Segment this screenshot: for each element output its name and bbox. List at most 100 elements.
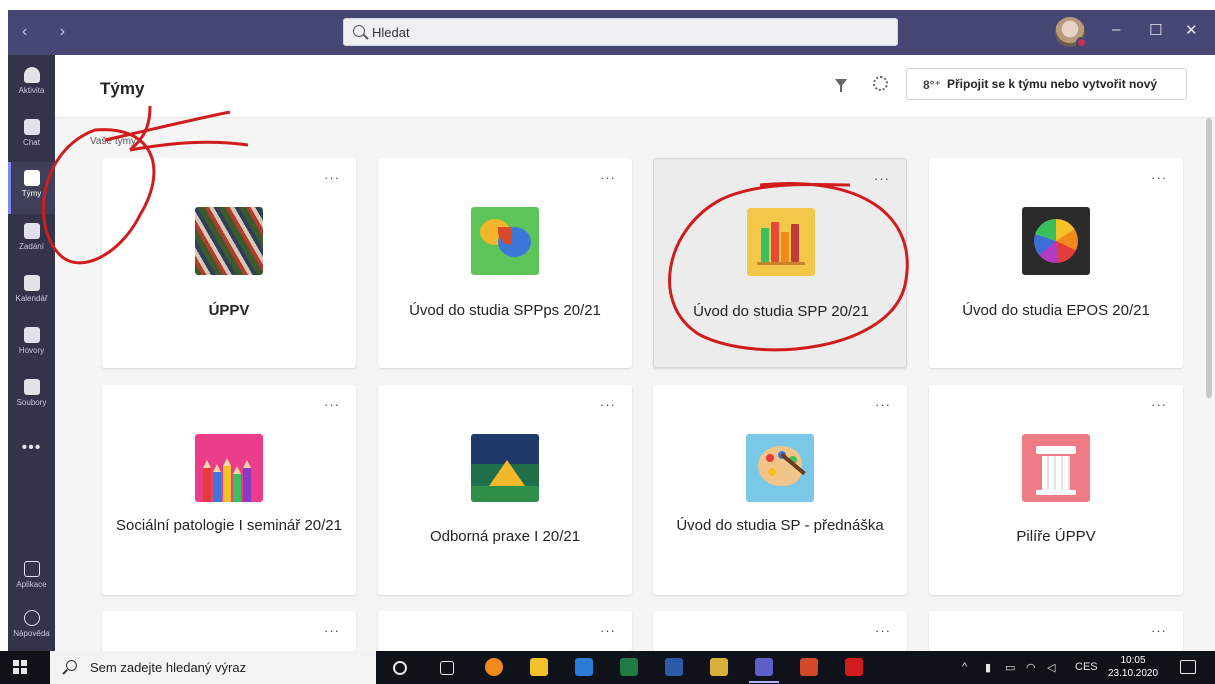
- filter-icon[interactable]: [835, 79, 847, 92]
- notifications-icon[interactable]: [1180, 660, 1196, 674]
- tray-arrow-icon[interactable]: ^: [962, 661, 967, 673]
- teams-header: Týmy 8°⁺ Připojit se k týmu nebo vytvoři…: [55, 55, 1215, 118]
- rail-item-soubory[interactable]: Soubory: [8, 371, 55, 423]
- rail-item-kalendar[interactable]: Kalendář: [8, 267, 55, 319]
- section-label: Vaše týmy: [90, 136, 136, 147]
- team-card[interactable]: ··· ÚPPV: [102, 158, 356, 368]
- firefox-icon[interactable]: [485, 658, 503, 676]
- search-input[interactable]: Hledat: [343, 18, 898, 46]
- taskbar-clock[interactable]: 10:05 23.10.2020: [1108, 654, 1158, 680]
- rail-item-tymy[interactable]: Týmy: [8, 162, 55, 214]
- team-name: Úvod do studia SPPps 20/21: [409, 302, 601, 319]
- pillar-tile-icon: [1022, 434, 1090, 502]
- team-card[interactable]: ···: [929, 611, 1183, 651]
- rail-label: Aplikace: [16, 580, 47, 589]
- excel-icon[interactable]: [620, 658, 638, 676]
- join-or-create-team-button[interactable]: 8°⁺ Připojit se k týmu nebo vytvořit nov…: [906, 68, 1187, 100]
- color-wheel-tile-icon: [1022, 207, 1090, 275]
- chat-icon: [23, 119, 40, 135]
- rail-item-aktivita[interactable]: Aktivita: [8, 59, 55, 111]
- teams-window: ‹ › Hledat – ☐ ✕ Aktivita Chat Týmy Zadá…: [0, 0, 1215, 684]
- rail-item-napoveda[interactable]: Nápověda: [8, 602, 55, 654]
- calendar-icon: [23, 275, 40, 291]
- team-card[interactable]: ···: [378, 611, 632, 651]
- teams-taskbar-icon[interactable]: [749, 658, 779, 683]
- maximize-button[interactable]: ☐: [1149, 21, 1162, 39]
- gnomes-tile-icon: [195, 207, 263, 275]
- apps-icon: [23, 561, 40, 577]
- more-options-icon[interactable]: ···: [875, 397, 891, 412]
- scrollbar[interactable]: [1206, 118, 1212, 398]
- more-options-icon[interactable]: ···: [875, 623, 891, 638]
- word-icon[interactable]: [665, 658, 683, 676]
- team-card[interactable]: ···: [102, 611, 356, 651]
- team-name: Úvod do studia EPOS 20/21: [962, 302, 1150, 319]
- team-card[interactable]: ··· Sociální patologie I seminář 20/21: [102, 385, 356, 595]
- team-name: Pilíře ÚPPV: [1016, 528, 1096, 545]
- team-card[interactable]: ··· Pilíře ÚPPV: [929, 385, 1183, 595]
- more-options-icon[interactable]: ···: [1151, 170, 1167, 185]
- rail-label: Zadání: [19, 242, 44, 251]
- more-options-icon[interactable]: ···: [874, 171, 890, 186]
- team-name: Úvod do studia SPP 20/21: [693, 303, 869, 320]
- rail-item-hovory[interactable]: Hovory: [8, 319, 55, 371]
- more-apps-button[interactable]: •••: [8, 439, 55, 457]
- team-card[interactable]: ··· Úvod do studia SPPps 20/21: [378, 158, 632, 368]
- team-card[interactable]: ··· Odborná praxe I 20/21: [378, 385, 632, 595]
- team-card[interactable]: ··· Úvod do studia SP - přednáška: [653, 385, 907, 595]
- minimize-button[interactable]: –: [1112, 21, 1120, 38]
- rail-item-aplikace[interactable]: Aplikace: [8, 553, 55, 605]
- battery-icon[interactable]: ▭: [1005, 661, 1015, 674]
- windows-taskbar: Sem zadejte hledaný výraz ^ ▮ ▭ ◠ ◁ CES …: [0, 651, 1215, 684]
- search-icon: [66, 660, 77, 671]
- phone-icon: [23, 327, 40, 343]
- tray-pen-icon[interactable]: ▮: [985, 661, 991, 674]
- task-view-icon[interactable]: [440, 661, 454, 675]
- team-name: Odborná praxe I 20/21: [429, 528, 581, 545]
- more-options-icon[interactable]: ···: [600, 170, 616, 185]
- more-options-icon[interactable]: ···: [324, 170, 340, 185]
- app-rail: Aktivita Chat Týmy Zadání Kalendář Hovor…: [8, 55, 55, 651]
- teams-grid: Vaše týmy ··· ÚPPV ··· Úvod do studia SP…: [55, 118, 1215, 651]
- file-explorer-icon[interactable]: [530, 658, 548, 676]
- team-card[interactable]: ···: [653, 611, 907, 651]
- powerpoint-icon[interactable]: [800, 658, 818, 676]
- help-icon: [23, 610, 40, 626]
- avatar[interactable]: [1055, 17, 1087, 48]
- history-nav-arrows[interactable]: ‹ ›: [22, 23, 79, 41]
- calculator-icon[interactable]: [575, 658, 593, 676]
- rail-label: Nápověda: [13, 629, 50, 638]
- cortana-icon[interactable]: [393, 661, 407, 675]
- more-options-icon[interactable]: ···: [1151, 397, 1167, 412]
- taskbar-search-input[interactable]: Sem zadejte hledaný výraz: [50, 651, 376, 684]
- rail-label: Chat: [23, 138, 40, 147]
- more-options-icon[interactable]: ···: [600, 623, 616, 638]
- taskbar-search-placeholder: Sem zadejte hledaný výraz: [90, 660, 247, 675]
- team-name: Úvod do studia SP - přednáška: [676, 517, 884, 534]
- search-icon: [353, 25, 365, 37]
- tent-tile-icon: [471, 434, 539, 502]
- rail-label: Kalendář: [15, 294, 48, 303]
- more-options-icon[interactable]: ···: [600, 397, 616, 412]
- team-card[interactable]: ··· Úvod do studia EPOS 20/21: [929, 158, 1183, 368]
- rail-item-chat[interactable]: Chat: [8, 111, 55, 163]
- wifi-icon[interactable]: ◠: [1026, 661, 1036, 674]
- file-icon: [23, 379, 40, 395]
- rail-label: Hovory: [18, 346, 45, 355]
- rail-item-zadani[interactable]: Zadání: [8, 215, 55, 267]
- rail-label: Soubory: [16, 398, 47, 407]
- add-team-icon: 8°⁺: [923, 78, 941, 92]
- app-icon[interactable]: [710, 658, 728, 676]
- title-bar: ‹ › Hledat – ☐ ✕: [8, 10, 1215, 55]
- gear-icon[interactable]: [873, 76, 888, 91]
- windows-start-icon[interactable]: [13, 660, 27, 674]
- acrobat-icon[interactable]: [845, 658, 863, 676]
- pencils-tile-icon: [195, 434, 263, 502]
- input-language[interactable]: CES: [1075, 661, 1098, 673]
- close-button[interactable]: ✕: [1185, 21, 1198, 39]
- more-options-icon[interactable]: ···: [1151, 623, 1167, 638]
- more-options-icon[interactable]: ···: [324, 397, 340, 412]
- more-options-icon[interactable]: ···: [324, 623, 340, 638]
- volume-icon[interactable]: ◁: [1047, 661, 1055, 674]
- team-card[interactable]: ··· Úvod do studia SPP 20/21: [653, 158, 907, 368]
